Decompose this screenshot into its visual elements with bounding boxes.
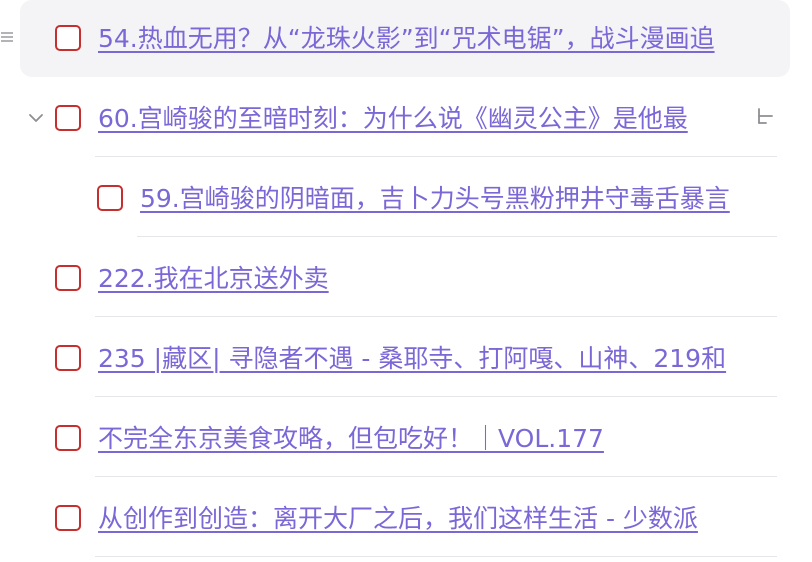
- row-divider: [95, 476, 777, 477]
- task-title-link[interactable]: 从创作到创造：离开大厂之后，我们这样生活 - 少数派: [98, 502, 778, 536]
- row-divider: [95, 396, 777, 397]
- task-checkbox[interactable]: [55, 265, 81, 291]
- row-divider: [137, 236, 777, 237]
- row-divider: [95, 556, 777, 557]
- subtask-icon[interactable]: [756, 106, 776, 128]
- task-checkbox[interactable]: [55, 505, 81, 531]
- task-checkbox[interactable]: [55, 25, 81, 51]
- task-checkbox[interactable]: [55, 345, 81, 371]
- task-title-link[interactable]: 不完全东京美食攻略，但包吃好！｜VOL.177: [98, 422, 778, 456]
- task-title-link[interactable]: 235 |藏区| 寻隐者不遇 - 桑耶寺、打阿嘎、山神、219和: [98, 342, 778, 376]
- drag-handle-icon[interactable]: [0, 27, 14, 47]
- subtask-checkbox[interactable]: [97, 185, 123, 211]
- task-title-link[interactable]: 54.热血无用？从“龙珠火影”到“咒术电锯”，战斗漫画追: [98, 22, 778, 56]
- task-checkbox[interactable]: [55, 425, 81, 451]
- task-title-link[interactable]: 222.我在北京送外卖: [98, 262, 778, 296]
- subtask-title-link[interactable]: 59.宫崎骏的阴暗面，吉卜力头号黑粉押井守毒舌暴言: [140, 182, 778, 216]
- task-checkbox[interactable]: [55, 105, 81, 131]
- row-divider: [95, 156, 777, 157]
- chevron-down-icon[interactable]: [26, 108, 46, 128]
- task-row[interactable]: 54.热血无用？从“龙珠火影”到“咒术电锯”，战斗漫画追: [0, 0, 812, 80]
- task-title-link[interactable]: 60.宫崎骏的至暗时刻：为什么说《幽灵公主》是他最: [98, 102, 748, 136]
- task-list: 54.热血无用？从“龙珠火影”到“咒术电锯”，战斗漫画追 60.宫崎骏的至暗时刻…: [0, 0, 812, 562]
- row-divider: [95, 316, 777, 317]
